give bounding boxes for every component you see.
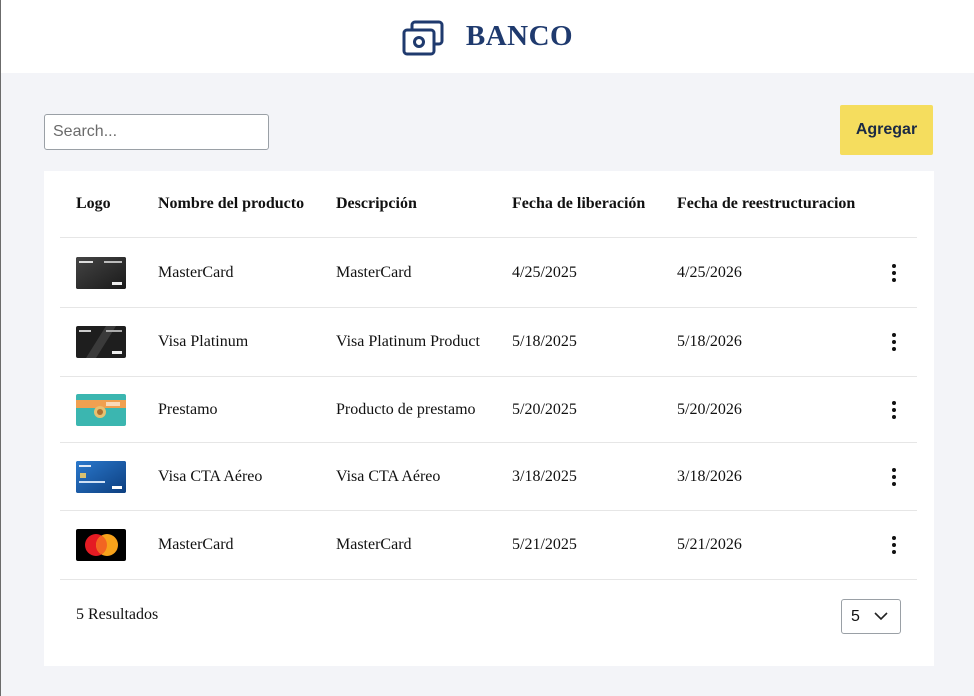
- restructure-date: 5/18/2026: [677, 333, 742, 350]
- products-card: Logo Nombre del producto Descripción Fec…: [44, 171, 934, 666]
- product-name: MasterCard: [158, 536, 234, 553]
- column-header-description: Descripción: [336, 195, 417, 212]
- release-date: 5/20/2025: [512, 400, 577, 418]
- loan-illustration-thumbnail: [76, 393, 126, 426]
- restructure-date: 3/18/2026: [677, 467, 742, 485]
- product-logo: [76, 393, 126, 426]
- more-options-icon[interactable]: [886, 400, 902, 419]
- product-logo: [76, 460, 126, 493]
- visa-platinum-card-thumbnail: [76, 326, 126, 358]
- more-options-icon[interactable]: [886, 263, 902, 282]
- more-options-icon[interactable]: [886, 333, 902, 351]
- product-description: MasterCard: [336, 263, 412, 281]
- app-header: BANCO: [1, 0, 974, 73]
- brand-title: BANCO: [465, 20, 574, 52]
- column-header-release-date: Fecha de liberación: [512, 195, 646, 212]
- mastercard-black-card-thumbnail: [76, 256, 126, 289]
- table-header-row: Logo Nombre del producto Descripción Fec…: [60, 171, 917, 238]
- release-date: 5/18/2025: [512, 333, 577, 350]
- search-input[interactable]: [44, 114, 269, 150]
- restructure-date: 5/21/2026: [677, 536, 742, 553]
- product-description: Visa Platinum Product: [336, 333, 480, 350]
- results-count: 5 Resultados: [76, 606, 159, 623]
- add-product-button[interactable]: Agregar: [840, 105, 933, 155]
- release-date: 4/25/2025: [512, 263, 577, 281]
- product-logo: [76, 256, 126, 289]
- product-logo: [76, 326, 126, 358]
- restructure-date: 4/25/2026: [677, 263, 742, 281]
- release-date: 3/18/2025: [512, 467, 577, 485]
- visa-cta-aereo-card-thumbnail: [76, 460, 126, 493]
- product-name: Visa Platinum: [158, 333, 249, 350]
- product-name: MasterCard: [158, 263, 234, 281]
- table-row: Visa CTA Aéreo Visa CTA Aéreo 3/18/2025 …: [60, 443, 917, 511]
- table-row: Prestamo Producto de prestamo 5/20/2025 …: [60, 377, 917, 443]
- table-row: MasterCard MasterCard 5/21/2025 5/21/202…: [60, 511, 917, 580]
- product-name: Prestamo: [158, 400, 218, 418]
- product-logo: [76, 529, 126, 561]
- mastercard-logo-thumbnail: [76, 529, 126, 561]
- chevron-down-icon: [874, 612, 888, 621]
- table-row: Visa Platinum Visa Platinum Product 5/18…: [60, 308, 917, 377]
- column-header-restructure-date: Fecha de reestructuracion: [677, 195, 856, 212]
- product-name: Visa CTA Aéreo: [158, 467, 263, 485]
- table-footer: 5 Resultados 5: [60, 580, 917, 666]
- table-row: MasterCard MasterCard 4/25/2025 4/25/202…: [60, 238, 917, 308]
- release-date: 5/21/2025: [512, 536, 577, 553]
- product-description: Visa CTA Aéreo: [336, 467, 441, 485]
- products-table: Logo Nombre del producto Descripción Fec…: [60, 171, 917, 580]
- product-description: MasterCard: [336, 536, 412, 553]
- banknote-icon: [402, 20, 444, 55]
- column-header-logo: Logo: [76, 195, 111, 212]
- restructure-date: 5/20/2026: [677, 400, 742, 418]
- more-options-icon[interactable]: [886, 467, 902, 486]
- page-size-value: 5: [851, 607, 860, 625]
- page-size-select[interactable]: 5: [841, 599, 901, 634]
- more-options-icon[interactable]: [886, 536, 902, 554]
- column-header-name: Nombre del producto: [158, 195, 305, 212]
- product-description: Producto de prestamo: [336, 400, 476, 418]
